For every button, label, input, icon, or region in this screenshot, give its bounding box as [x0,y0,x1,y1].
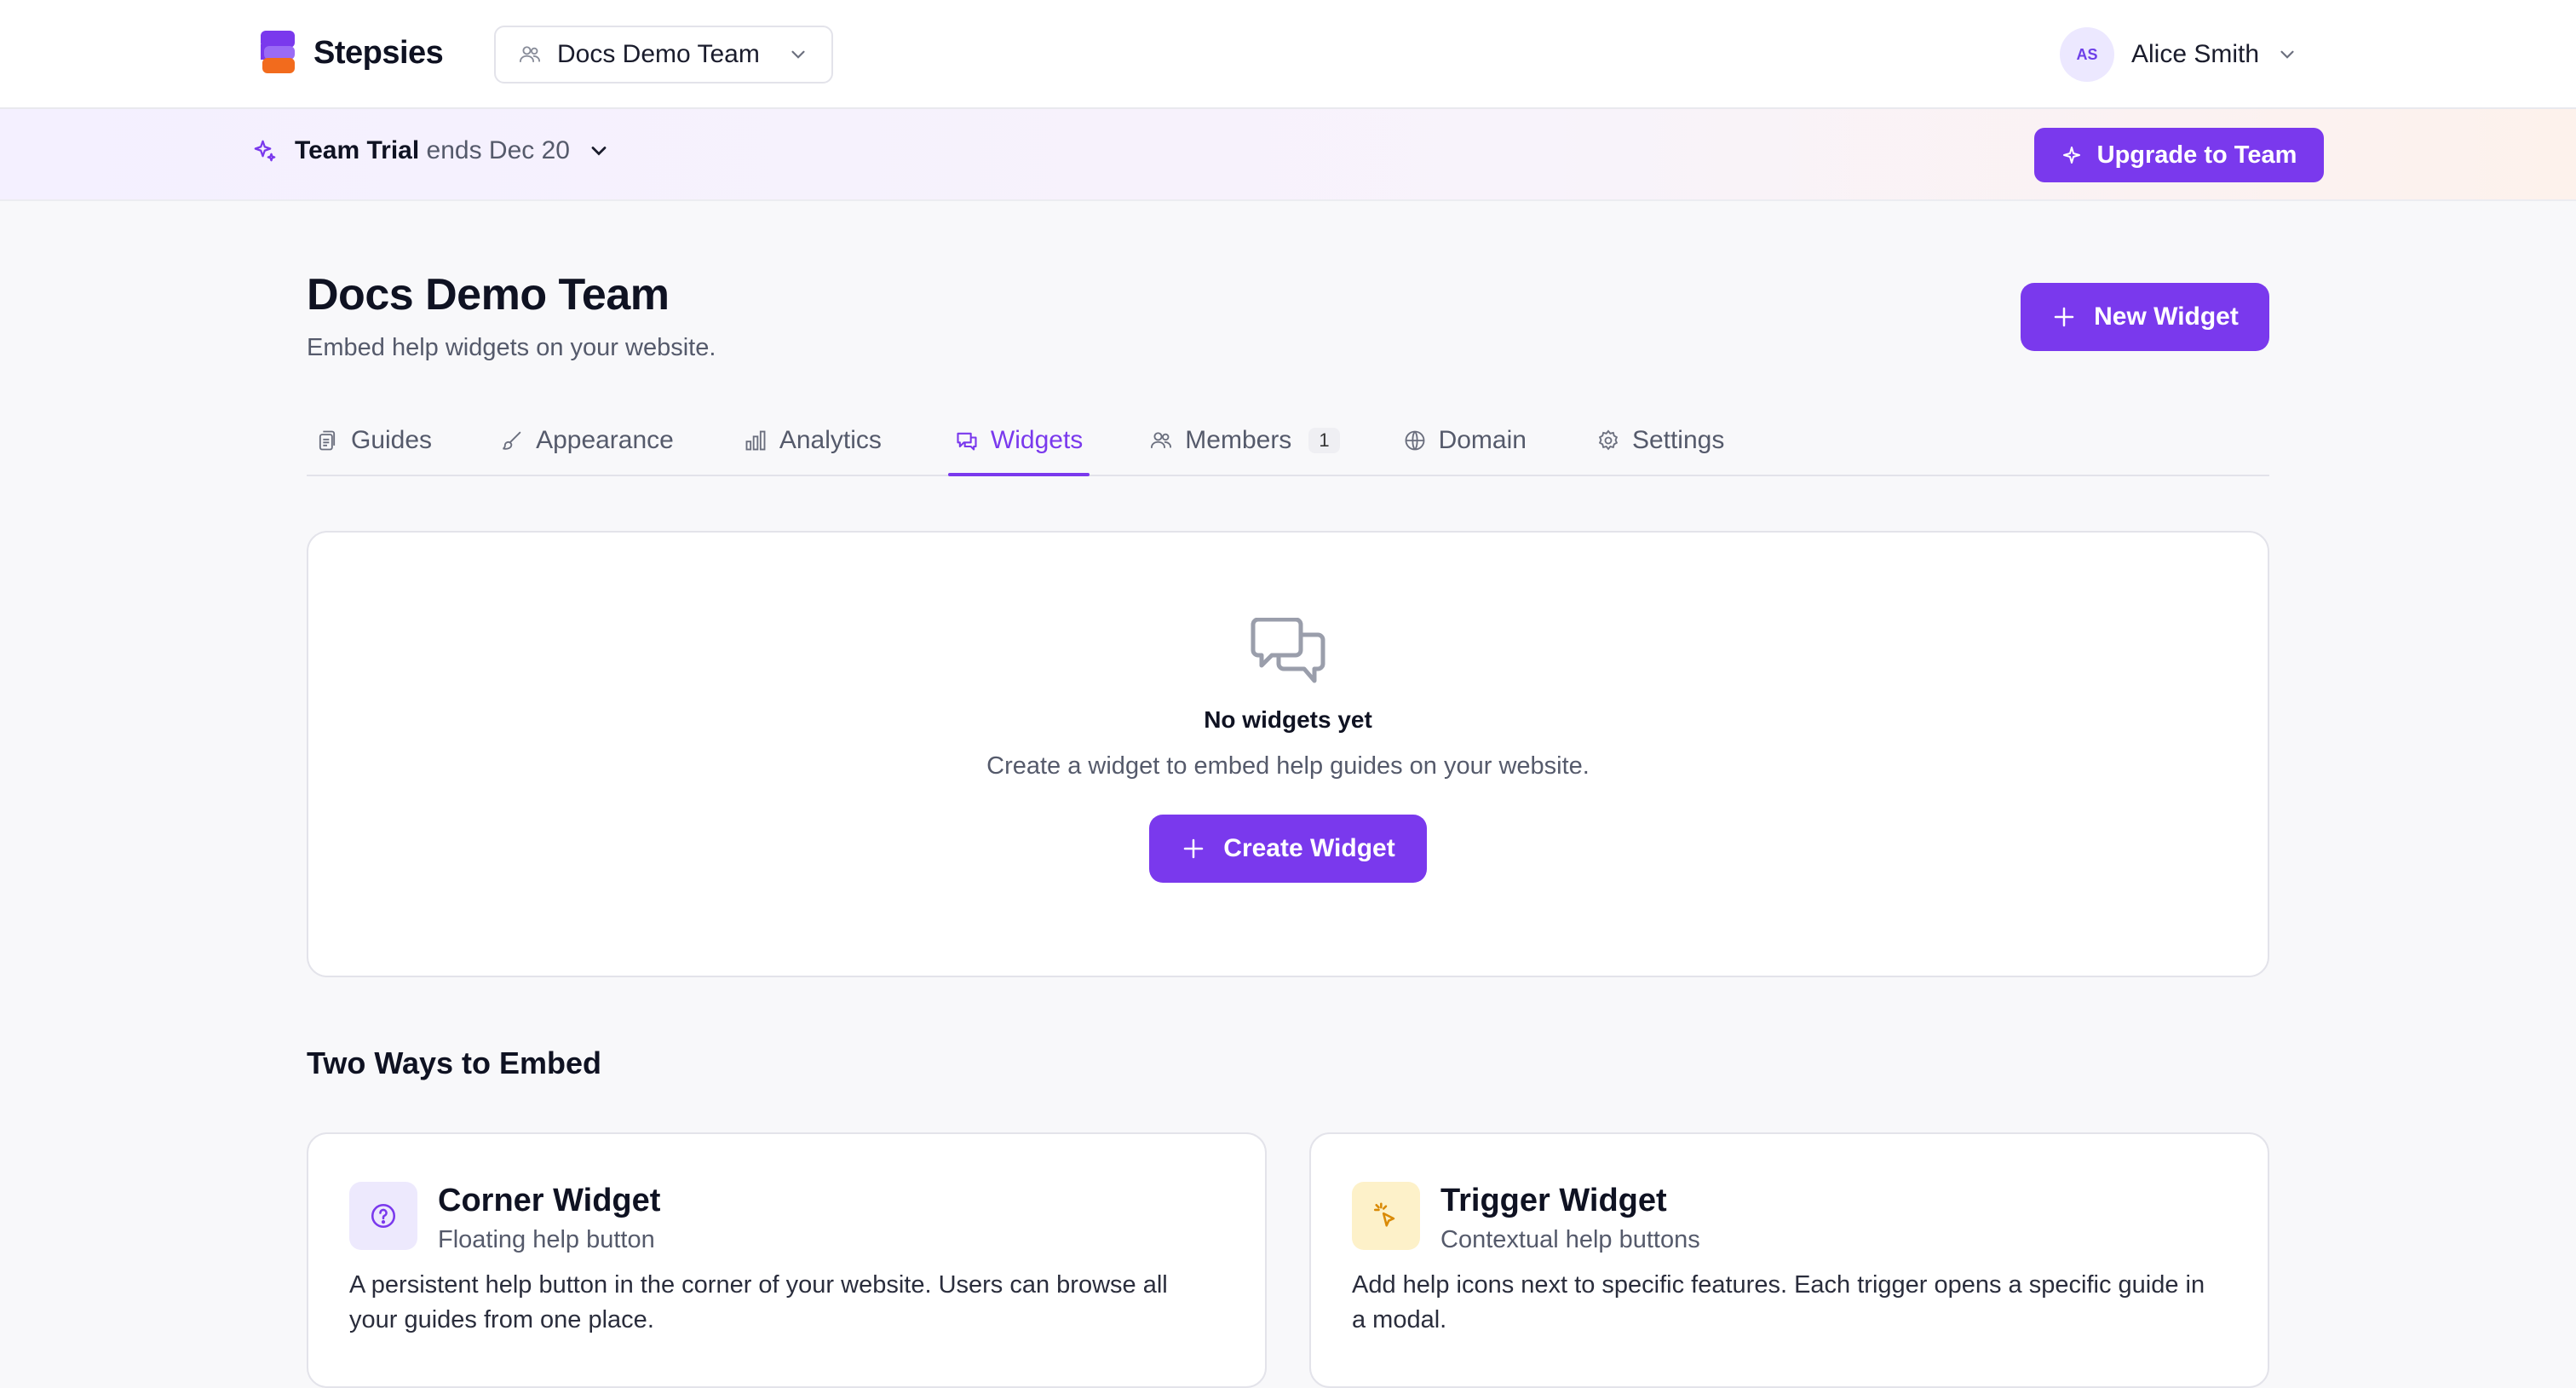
chevron-down-icon [2280,50,2294,59]
user-name: Alice Smith [2131,40,2260,68]
app-name: Stepsies [313,34,444,71]
tab-label: Appearance [536,426,674,454]
trial-banner: Team Trial ends Dec 20 Upgrade to Team [0,109,2576,201]
chat-bubbles-icon [1251,618,1325,683]
team-selector-label: Docs Demo Team [557,40,760,68]
team-selector[interactable]: Docs Demo Team [494,26,833,84]
users-icon [519,46,541,63]
top-bar: Stepsies Docs Demo Team AS Alice Smith [0,0,2576,109]
tab-appearance[interactable]: Appearance [493,406,681,475]
section-title: Two Ways to Embed [307,1045,602,1080]
click-cursor-icon [1352,1182,1420,1250]
tab-label: Widgets [990,426,1084,454]
card-subtitle: Contextual help buttons [1440,1226,1700,1253]
tab-label: Domain [1438,426,1527,454]
brush-icon [503,431,521,450]
bar-chart-icon [745,430,766,451]
card-title: Corner Widget [438,1183,661,1218]
tab-label: Settings [1631,426,1725,454]
tab-guides[interactable]: Guides [308,406,439,475]
plus-icon [1184,838,1204,859]
page-subtitle: Embed help widgets on your website. [307,334,716,361]
sparkle-icon [2062,147,2080,164]
stepsies-logo-icon [261,31,295,73]
user-menu[interactable]: AS Alice Smith [2060,26,2298,84]
upgrade-button-label: Upgrade to Team [2096,141,2297,169]
embed-options: Corner Widget Floating help button A per… [307,1132,2269,1388]
card-description: A persistent help button in the corner o… [349,1271,1168,1333]
users-icon [1151,432,1172,449]
plus-icon [2054,307,2074,327]
chevron-down-icon [791,50,805,59]
tab-bar: Guides Appearance Analytics Widgets Memb… [307,406,2269,476]
guides-icon [319,430,336,451]
tab-domain[interactable]: Domain [1396,406,1533,475]
chevron-down-icon [591,147,607,156]
create-widget-label: Create Widget [1223,834,1395,862]
tab-widgets[interactable]: Widgets [947,406,1090,476]
help-circle-icon [349,1182,417,1250]
corner-widget-card[interactable]: Corner Widget Floating help button A per… [307,1132,1267,1388]
new-widget-button[interactable]: New Widget [2021,283,2269,351]
card-title: Trigger Widget [1440,1183,1667,1218]
main-content: Docs Demo Team Embed help widgets on you… [307,201,2269,1388]
empty-state-title: No widgets yet [1204,706,1372,733]
empty-state-card: No widgets yet Create a widget to embed … [307,531,2269,977]
globe-icon [1405,430,1424,451]
tab-members[interactable]: Members 1 [1142,406,1346,475]
new-widget-label: New Widget [2094,302,2239,331]
trial-info-toggle[interactable]: Team Trial ends Dec 20 [252,136,611,165]
create-widget-button[interactable]: Create Widget [1149,815,1427,883]
sparkles-icon [254,140,276,162]
gear-icon [1598,429,1619,451]
card-subtitle: Floating help button [438,1226,655,1253]
members-count-badge: 1 [1308,428,1340,453]
page-title: Docs Demo Team [307,270,670,320]
avatar: AS [2060,27,2114,82]
empty-state-subtitle: Create a widget to embed help guides on … [986,752,1590,780]
trial-end-date: ends Dec 20 [426,136,570,164]
app-logo[interactable]: Stepsies [261,31,444,75]
trigger-widget-card[interactable]: Trigger Widget Contextual help buttons A… [1309,1132,2269,1388]
chat-icon [957,432,977,451]
trial-plan: Team Trial [295,136,420,164]
tab-label: Guides [351,426,433,454]
card-description: Add help icons next to specific features… [1352,1271,2205,1333]
upgrade-button[interactable]: Upgrade to Team [2034,128,2324,182]
tab-analytics[interactable]: Analytics [737,406,888,475]
tab-settings[interactable]: Settings [1590,406,1731,475]
tab-label: Members [1185,426,1292,454]
tab-label: Analytics [779,426,882,454]
